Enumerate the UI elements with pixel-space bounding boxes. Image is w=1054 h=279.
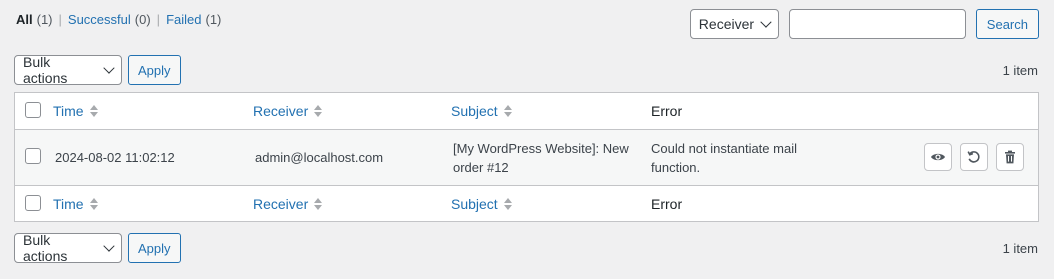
column-time-label: Time (53, 103, 84, 119)
email-log-table: Time Receiver Subject Error 2024-08-02 1… (14, 92, 1039, 222)
column-time-label: Time (53, 195, 84, 212)
row-error-line1: Could not instantiate mail (651, 141, 797, 156)
select-all-checkbox[interactable] (25, 102, 41, 118)
row-error: Could not instantiate mail function. (651, 139, 797, 177)
bulk-actions-value: Bulk actions (23, 54, 68, 86)
items-count: 1 item (1002, 62, 1038, 78)
search-box: Receiver Search (689, 9, 1039, 39)
apply-button[interactable]: Apply (128, 233, 181, 263)
separator: | (156, 12, 161, 27)
column-subject[interactable]: Subject (451, 103, 512, 119)
filter-all[interactable]: All (16, 12, 33, 27)
chevron-down-icon (103, 240, 115, 252)
column-receiver-label: Receiver (253, 195, 309, 212)
column-error-label: Error (651, 195, 683, 212)
row-time: 2024-08-02 11:02:12 (55, 150, 175, 165)
sort-icon (503, 197, 512, 210)
column-error: Error (651, 103, 682, 119)
column-time[interactable]: Time (53, 196, 98, 212)
bulk-actions-select[interactable]: Bulk actions (14, 232, 122, 264)
eye-icon (931, 153, 945, 161)
column-time[interactable]: Time (53, 103, 98, 119)
filter-all-count: (1) (36, 12, 53, 27)
trash-icon (1005, 150, 1015, 164)
filter-failed-count: (1) (205, 12, 222, 27)
column-subject-label: Subject (451, 103, 498, 119)
row-receiver: admin@localhost.com (255, 150, 384, 165)
row-checkbox[interactable] (25, 148, 41, 164)
column-error-label: Error (651, 103, 683, 119)
column-receiver-label: Receiver (253, 103, 309, 119)
column-error: Error (651, 196, 682, 212)
filter-successful-count: (0) (134, 12, 151, 27)
items-count: 1 item (1002, 240, 1038, 256)
filter-successful[interactable]: Successful (68, 12, 131, 27)
row-actions (924, 143, 1024, 171)
search-field-select[interactable]: Receiver (689, 9, 779, 39)
sort-icon (314, 197, 323, 210)
bulk-actions-value: Bulk actions (23, 232, 68, 264)
column-receiver[interactable]: Receiver (253, 103, 323, 119)
sort-icon (89, 105, 98, 117)
row-subject-line2: order #12 (453, 160, 509, 175)
sort-icon (503, 105, 512, 117)
column-subject[interactable]: Subject (451, 196, 512, 212)
select-all-checkbox[interactable] (25, 195, 41, 211)
sort-icon (89, 197, 98, 210)
table-header: Time Receiver Subject Error (15, 93, 1038, 130)
table-row: 2024-08-02 11:02:12 admin@localhost.com … (15, 130, 1038, 185)
apply-button[interactable]: Apply (128, 55, 181, 85)
row-subject-line1: [My WordPress Website]: New (453, 141, 629, 156)
filter-failed[interactable]: Failed (166, 12, 201, 27)
chevron-down-icon (760, 16, 772, 28)
search-input[interactable] (788, 9, 966, 39)
tablenav-top: Bulk actions Apply 1 item (14, 54, 1038, 86)
column-subject-label: Subject (451, 195, 498, 212)
status-filters: All (1) | Successful (0) | Failed (1) (16, 12, 221, 27)
resend-icon (967, 151, 980, 163)
table-footer: Time Receiver Subject Error (15, 185, 1038, 221)
delete-button[interactable] (996, 143, 1024, 171)
search-button[interactable]: Search (975, 9, 1039, 39)
search-field-select-value: Receiver (698, 16, 755, 32)
chevron-down-icon (103, 62, 115, 74)
separator: | (58, 12, 62, 27)
view-button[interactable] (924, 143, 952, 171)
column-receiver[interactable]: Receiver (253, 195, 323, 212)
tablenav-bottom: Bulk actions Apply 1 item (14, 232, 1038, 264)
resend-button[interactable] (960, 143, 988, 171)
row-subject: [My WordPress Website]: New order #12 (453, 139, 629, 177)
row-error-line2: function. (651, 160, 701, 175)
sort-icon (314, 105, 323, 117)
bulk-actions-select[interactable]: Bulk actions (14, 54, 122, 86)
